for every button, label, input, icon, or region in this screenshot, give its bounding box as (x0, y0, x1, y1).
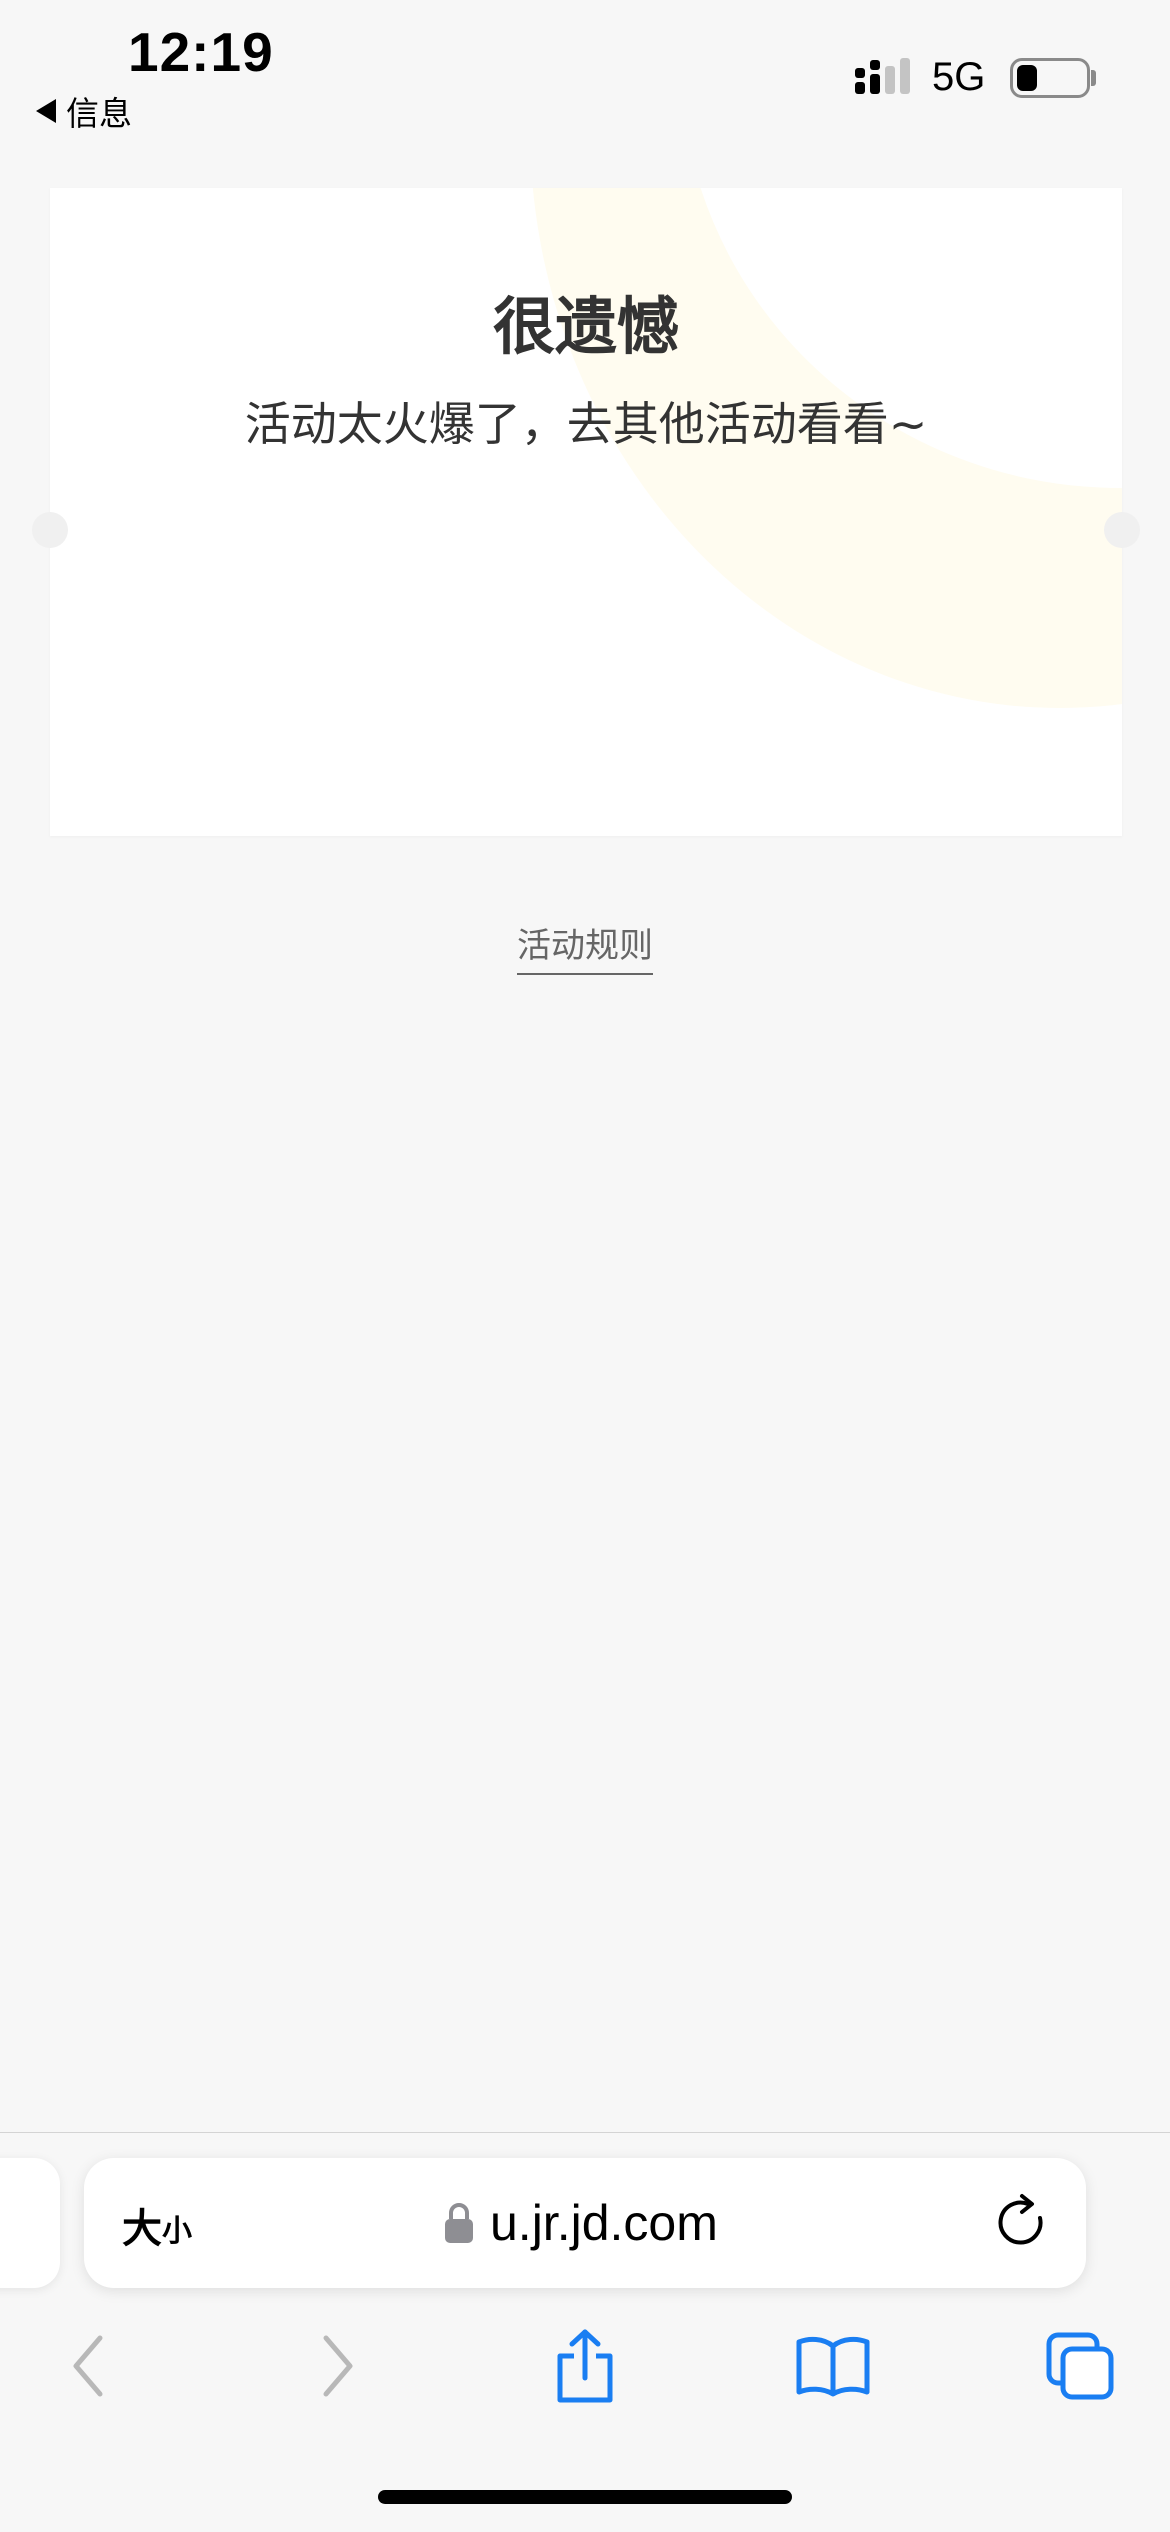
rules-link-wrapper: 活动规则 (0, 918, 1170, 975)
cellular-signal-icon (855, 58, 910, 94)
text-size-big: 大 (122, 2206, 162, 2252)
previous-tab-card[interactable] (0, 2158, 60, 2288)
card-subtitle: 活动太火爆了，去其他活动看看~ (244, 397, 928, 451)
text-size-button[interactable]: 大 小 (122, 2194, 192, 2254)
card-notch-right (1104, 512, 1140, 548)
card-title: 很遗憾 (492, 290, 679, 363)
chrome-divider (0, 2132, 1170, 2133)
rules-link[interactable]: 活动规则 (517, 918, 653, 975)
battery-icon (1010, 58, 1090, 98)
back-triangle-icon (36, 99, 56, 123)
lock-icon (445, 2203, 473, 2243)
battery-level (1017, 65, 1037, 91)
reload-icon[interactable] (994, 2192, 1054, 2254)
status-bar: 12:19 信息 5G (0, 0, 1170, 140)
back-to-app-link[interactable]: 信息 (36, 90, 132, 133)
battery-tip (1091, 70, 1096, 86)
url-text: u.jr.jd.com (490, 2195, 718, 2251)
status-time: 12:19 (128, 21, 274, 83)
card-notch-left (32, 512, 68, 548)
forward-button[interactable] (298, 2328, 378, 2404)
text-size-small: 小 (162, 2214, 192, 2249)
home-indicator[interactable] (378, 2490, 792, 2504)
chevron-left-icon (73, 2335, 103, 2397)
tabs-button[interactable] (1040, 2328, 1120, 2404)
network-type: 5G (932, 55, 986, 99)
page: 12:19 信息 5G 很遗憾 活动太火爆了，去其他活动看看~ 活动规则 大 小… (0, 0, 1170, 2532)
back-to-app-label: 信息 (66, 94, 132, 133)
tabs-icon (1046, 2332, 1114, 2400)
chevron-right-icon (323, 2335, 353, 2397)
browser-toolbar (0, 2310, 1170, 2420)
back-button[interactable] (48, 2328, 128, 2404)
address-bar[interactable]: 大 小 u.jr.jd.com (84, 2158, 1086, 2288)
result-card: 很遗憾 活动太火爆了，去其他活动看看~ (50, 188, 1122, 836)
bookmarks-button[interactable] (793, 2328, 873, 2404)
url-field[interactable]: u.jr.jd.com (444, 2190, 718, 2256)
share-icon (557, 2329, 613, 2403)
book-icon (796, 2336, 870, 2397)
share-button[interactable] (545, 2328, 625, 2404)
